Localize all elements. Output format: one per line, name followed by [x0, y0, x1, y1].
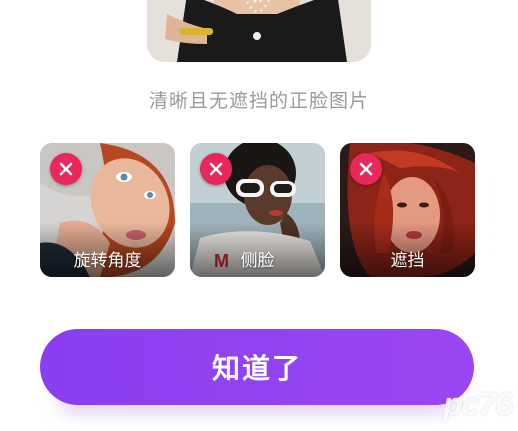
- reject-badge: [50, 153, 82, 185]
- bad-sample-occluded: 遮挡: [340, 143, 475, 277]
- bad-sample-rotated: 旋转角度: [40, 143, 175, 277]
- got-it-button[interactable]: 知道了: [40, 329, 474, 405]
- close-icon: [359, 162, 373, 176]
- sample-label: 侧脸: [240, 251, 275, 271]
- close-icon: [59, 162, 73, 176]
- sample-label: 旋转角度: [73, 251, 142, 271]
- guide-caption: 清晰且无遮挡的正脸图片: [148, 90, 369, 112]
- reject-badge: [200, 153, 232, 185]
- good-example-photo: [147, 0, 371, 62]
- sample-label: 遮挡: [390, 251, 425, 271]
- watermark-logo: pc76: [443, 386, 513, 422]
- reject-badge: [350, 153, 382, 185]
- bad-sample-side-face: M 侧脸: [190, 143, 325, 277]
- close-icon: [209, 162, 223, 176]
- face-guide-dialog: 清晰且无遮挡的正脸图片 旋转角度 侧脸 遮挡 知道了 pc76: [0, 0, 518, 431]
